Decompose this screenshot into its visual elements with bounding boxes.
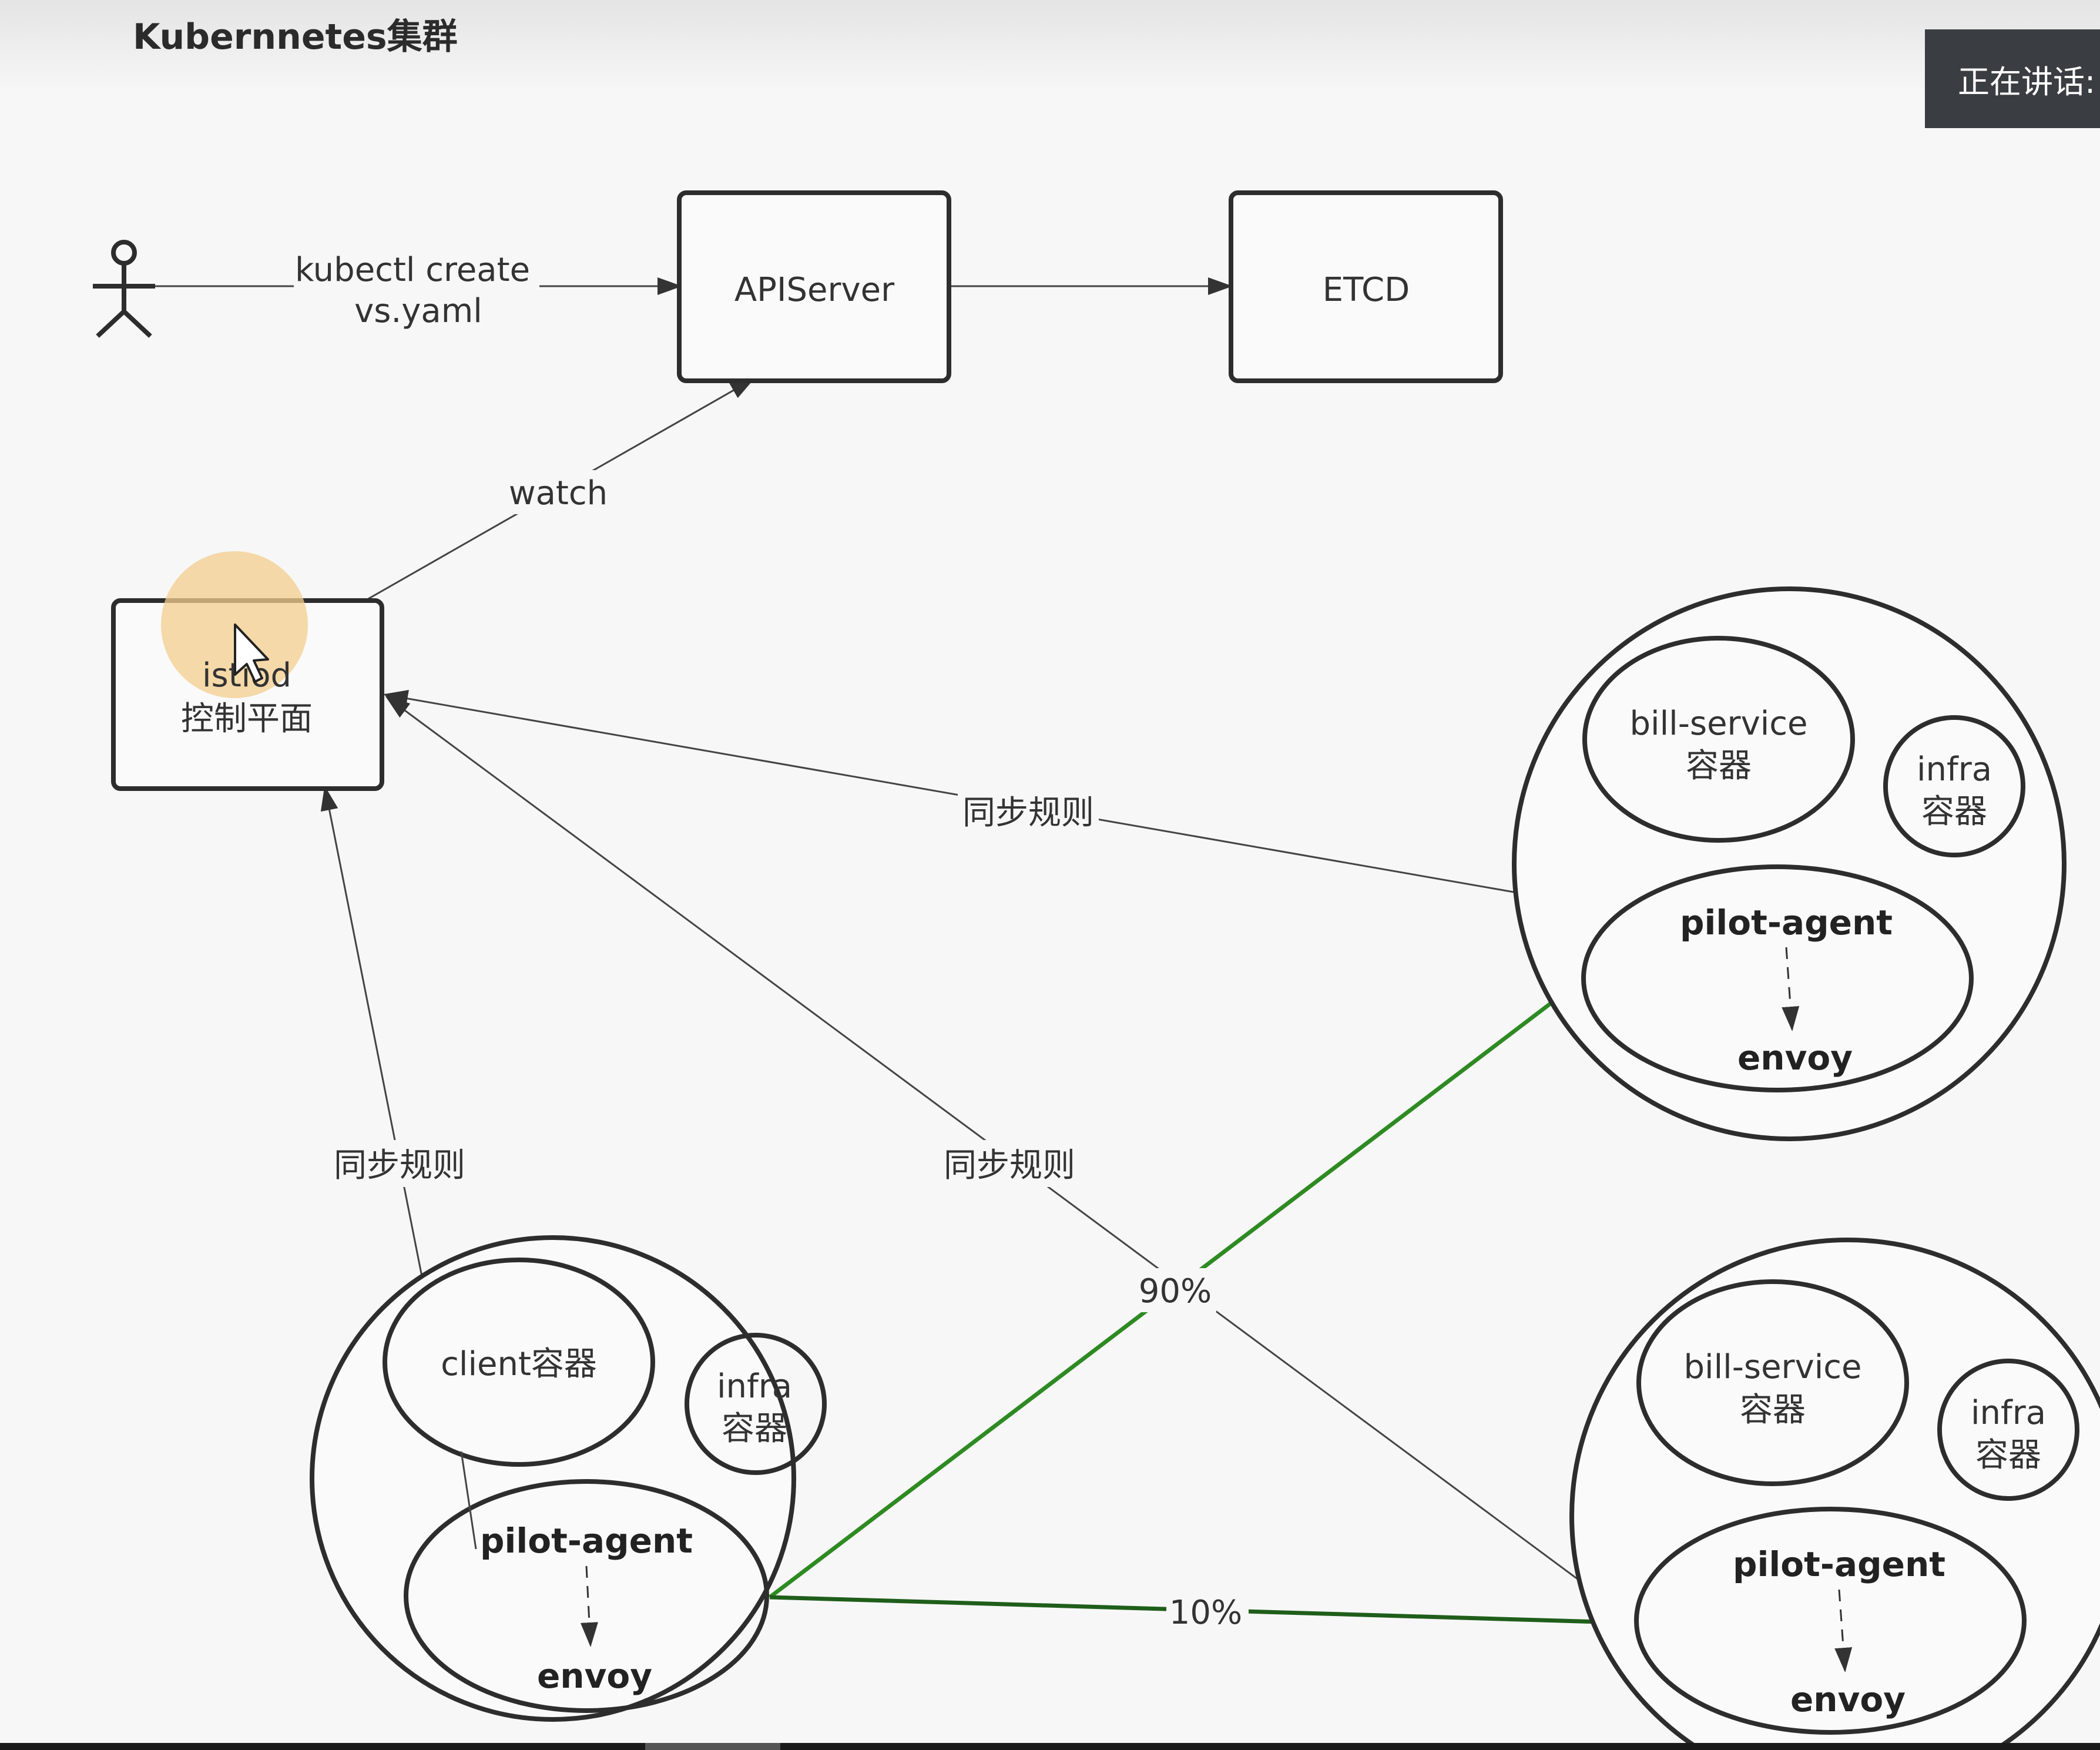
bill-service-1-label-line2: 容器 — [1686, 747, 1752, 785]
kubectl-label-line2: vs.yaml — [354, 292, 482, 330]
bottom-scrollbar-thumb[interactable] — [645, 1743, 780, 1750]
pod-bill-service-2 — [1569, 1238, 2100, 1750]
bill-service-1-envoy-label: envoy — [1737, 1038, 1853, 1078]
user-actor-icon — [93, 240, 155, 338]
bill-service-1-label-line1: bill-service — [1629, 705, 1807, 743]
bill-service-2-pilot-agent-label: pilot-agent — [1733, 1544, 1945, 1584]
client-infra-label-line1: infra — [717, 1367, 792, 1406]
bill-service-2-infra-label-line2: 容器 — [1975, 1436, 2041, 1474]
bill-service-1-infra-label-line1: infra — [1917, 750, 1992, 789]
traffic-90-label: 90% — [1139, 1272, 1212, 1310]
sync-rule-label-middle: 同步规则 — [944, 1146, 1075, 1185]
bill-service-1-infra-label-line2: 容器 — [1921, 793, 1987, 831]
client-envoy-label: envoy — [537, 1656, 652, 1696]
istiod-label-line2: 控制平面 — [181, 700, 313, 738]
sync-rule-label-left: 同步规则 — [334, 1146, 465, 1185]
watch-label: watch — [509, 474, 608, 512]
kubectl-label-line1: kubectl create — [295, 251, 530, 289]
pod-bill-service-2-boundary — [1569, 1238, 2100, 1750]
bill-service-2-infra-label-line1: infra — [1971, 1394, 2046, 1432]
bill-service-2-envoy-label: envoy — [1790, 1679, 1906, 1719]
sync-rule-label-top: 同步规则 — [962, 794, 1094, 832]
etcd-label: ETCD — [1323, 271, 1410, 309]
bottom-scrollbar-track[interactable] — [0, 1743, 2100, 1750]
client-pilot-agent-label: pilot-agent — [480, 1521, 693, 1561]
client-infra-label-line2: 容器 — [722, 1410, 787, 1448]
architecture-diagram: kubectl create vs.yaml APIServer ETCD wa… — [93, 190, 2100, 1750]
pod-client-boundary — [310, 1235, 796, 1722]
bill-service-1-pilot-agent-label: pilot-agent — [1680, 903, 1893, 943]
apiserver-label: APIServer — [734, 271, 895, 309]
bill-service-2-label-line1: bill-service — [1683, 1348, 1861, 1386]
traffic-10-label: 10% — [1169, 1594, 1242, 1632]
client-container-label: client容器 — [441, 1345, 597, 1383]
pod-client — [310, 1235, 827, 1722]
bill-service-2-label-line2: 容器 — [1740, 1391, 1806, 1429]
